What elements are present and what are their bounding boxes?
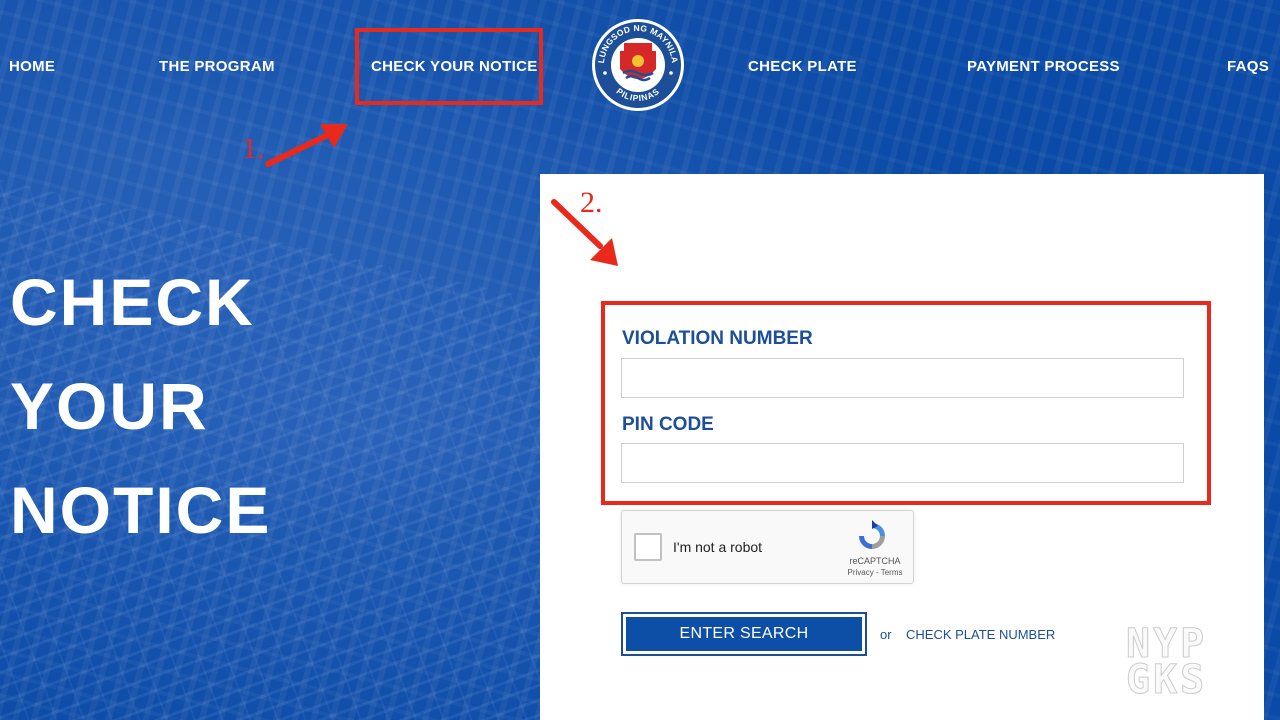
violation-number-input[interactable]: [621, 358, 1184, 398]
hero-title-line-3: NOTICE: [10, 473, 272, 547]
nav-payment-process[interactable]: PAYMENT PROCESS: [967, 58, 1120, 75]
recaptcha-label: I'm not a robot: [673, 539, 763, 555]
pin-code-input[interactable]: [621, 443, 1184, 483]
annotation-arrow-2-icon: [551, 199, 618, 266]
annotation-highlight-nav: [355, 28, 543, 105]
hero-title: CHECK YOUR NOTICE: [10, 250, 330, 562]
nav-faqs[interactable]: FAQS: [1227, 58, 1269, 75]
annotation-arrow-1-icon: [265, 124, 348, 167]
hero-title-line-2: YOUR: [10, 369, 209, 443]
site-watermark: NYP GKS: [1126, 624, 1258, 703]
recaptcha-widget: I'm not a robot reCAPTCHA Privacy - Term…: [621, 510, 914, 584]
violation-number-label: VIOLATION NUMBER: [622, 328, 813, 349]
recaptcha-logo-icon: [859, 520, 885, 549]
enter-search-button[interactable]: ENTER SEARCH: [626, 617, 862, 651]
nav-the-program[interactable]: THE PROGRAM: [159, 58, 275, 75]
check-plate-number-link[interactable]: CHECK PLATE NUMBER: [906, 627, 1055, 642]
hero-title-line-1: CHECK: [10, 265, 255, 339]
pin-code-label: PIN CODE: [622, 414, 714, 435]
city-seal-logo[interactable]: LUNGSOD NG MAYNILA PILIPINAS: [590, 17, 686, 113]
recaptcha-brand: reCAPTCHA: [849, 556, 901, 566]
watermark-line-2: GKS: [1126, 657, 1208, 703]
nav-home[interactable]: HOME: [9, 58, 55, 75]
recaptcha-terms-link[interactable]: Privacy - Terms: [840, 568, 910, 577]
search-button-frame: ENTER SEARCH: [621, 612, 867, 656]
or-separator: or: [880, 627, 892, 642]
nav-check-plate[interactable]: CHECK PLATE: [748, 58, 857, 75]
recaptcha-checkbox[interactable]: [634, 533, 662, 561]
